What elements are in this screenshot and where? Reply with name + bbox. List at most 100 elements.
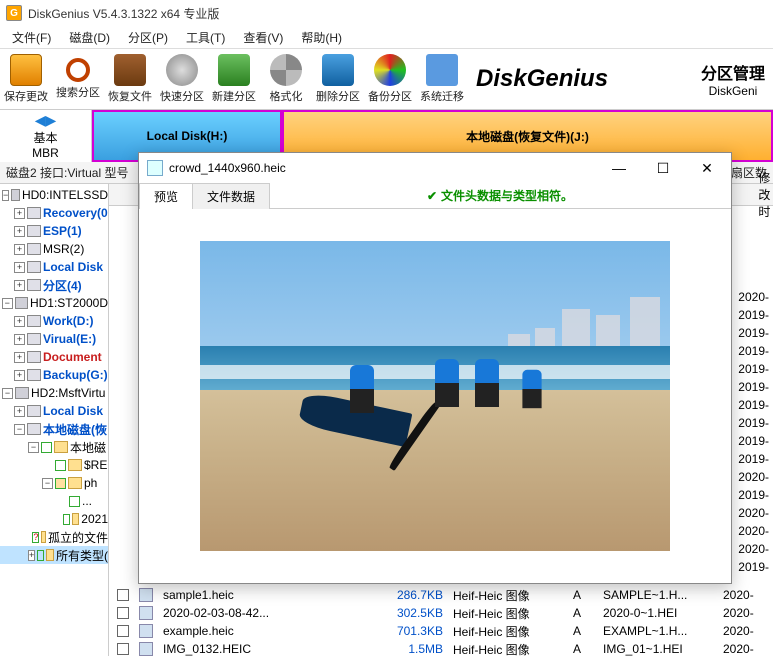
file-shortname: IMG_01~1.HEI [603, 642, 713, 656]
file-row[interactable]: sample1.heic286.7KBHeif-Heic 图像ASAMPLE~1… [109, 586, 773, 604]
checkbox-icon[interactable] [117, 589, 129, 601]
date-cell: 2019- [731, 398, 773, 416]
expand-icon[interactable]: + [14, 262, 25, 273]
menu-disk[interactable]: 磁盘(D) [61, 27, 118, 48]
checkmark-icon: ✔ [427, 189, 437, 203]
expand-icon[interactable]: + [14, 316, 25, 327]
file-type: Heif-Heic 图像 [453, 623, 563, 640]
tree-item[interactable]: ... [0, 492, 108, 510]
menu-file[interactable]: 文件(F) [4, 27, 59, 48]
checkbox-icon[interactable] [69, 496, 80, 507]
tree-hd1[interactable]: −HD1:ST2000D [0, 294, 108, 312]
disk-basic-info[interactable]: ◀▶ 基本 MBR [0, 110, 92, 162]
checkbox-icon[interactable] [63, 514, 69, 525]
date-cell: 2019- [731, 308, 773, 326]
checkbox-icon[interactable] [55, 460, 66, 471]
file-attr: A [573, 624, 593, 638]
expand-icon[interactable]: + [14, 226, 25, 237]
volume-icon [27, 423, 41, 435]
expand-icon[interactable]: + [14, 406, 25, 417]
tree-hd2[interactable]: −HD2:MsftVirtu [0, 384, 108, 402]
file-attr: A [573, 606, 593, 620]
tree-item[interactable]: +Document [0, 348, 108, 366]
date-cell: 2020- [731, 290, 773, 308]
folder-icon [54, 441, 68, 453]
menu-tools[interactable]: 工具(T) [178, 27, 233, 48]
tree-item[interactable]: $RE [0, 456, 108, 474]
expand-icon[interactable]: + [14, 244, 25, 255]
menu-help[interactable]: 帮助(H) [293, 27, 350, 48]
file-icon [147, 160, 163, 176]
tree-item[interactable]: +Backup(G:) [0, 366, 108, 384]
tool-search[interactable]: 搜索分区 [52, 50, 104, 108]
collapse-icon[interactable]: − [2, 388, 13, 399]
expand-icon[interactable]: + [14, 370, 25, 381]
tree-item[interactable]: +Local Disk [0, 402, 108, 420]
tree-item[interactable]: +Virual(E:) [0, 330, 108, 348]
collapse-icon[interactable]: − [42, 478, 53, 489]
preview-image-area [139, 209, 731, 583]
checkbox-icon[interactable] [117, 607, 129, 619]
tool-save[interactable]: 保存更改 [0, 50, 52, 108]
file-row[interactable]: IMG_0132.HEIC1.5MBHeif-Heic 图像AIMG_01~1.… [109, 640, 773, 656]
close-button[interactable]: ✕ [685, 154, 729, 182]
tool-format[interactable]: 格式化 [260, 50, 312, 108]
tree-item[interactable]: 2021 [0, 510, 108, 528]
tab-preview[interactable]: 预览 [139, 183, 193, 209]
tree-item[interactable]: −本地磁 [0, 438, 108, 456]
date-cell: 2019- [731, 560, 773, 578]
expand-icon[interactable]: + [14, 334, 25, 345]
brand-right: 分区管理 DiskGeni [701, 60, 765, 98]
tool-new[interactable]: 新建分区 [208, 50, 260, 108]
tool-backup[interactable]: 备份分区 [364, 50, 416, 108]
disk-tree[interactable]: −HD0:INTELSSD +Recovery(0+ESP(1)+MSR(2)+… [0, 184, 109, 656]
file-date: 2020- [723, 588, 773, 602]
tool-quick[interactable]: 快速分区 [156, 50, 208, 108]
maximize-button[interactable]: ☐ [641, 154, 685, 182]
collapse-icon[interactable]: − [2, 190, 9, 201]
tree-item[interactable]: −本地磁盘(恢 [0, 420, 108, 438]
checkbox-icon[interactable]: ? [32, 532, 39, 543]
collapse-icon[interactable]: − [14, 424, 25, 435]
preview-window[interactable]: crowd_1440x960.heic — ☐ ✕ 预览 文件数据 ✔ 文件头数… [138, 152, 732, 584]
tool-migrate[interactable]: 系统迁移 [416, 50, 468, 108]
tree-hd0[interactable]: −HD0:INTELSSD [0, 186, 108, 204]
nav-arrows-icon[interactable]: ◀▶ [35, 112, 57, 129]
date-cell: 2019- [731, 380, 773, 398]
collapse-icon[interactable]: − [2, 298, 13, 309]
disc-icon [166, 54, 198, 86]
tree-item[interactable]: +Work(D:) [0, 312, 108, 330]
tool-delete[interactable]: 删除分区 [312, 50, 364, 108]
checkbox-icon[interactable] [37, 550, 44, 561]
expand-icon[interactable]: + [28, 550, 35, 561]
checkbox-icon[interactable] [117, 625, 129, 637]
date-cell: 2019- [731, 362, 773, 380]
tree-item[interactable]: −ph [0, 474, 108, 492]
checkbox-icon[interactable] [41, 442, 52, 453]
tool-recover[interactable]: 恢复文件 [104, 50, 156, 108]
file-row[interactable]: 2020-02-03-08-42...302.5KBHeif-Heic 图像A2… [109, 604, 773, 622]
file-row[interactable]: example.heic701.3KBHeif-Heic 图像AEXAMPL~1… [109, 622, 773, 640]
volume-icon [27, 261, 41, 273]
minimize-button[interactable]: — [597, 154, 641, 182]
menu-partition[interactable]: 分区(P) [120, 27, 176, 48]
tree-item-selected[interactable]: +所有类型( [0, 546, 108, 564]
tree-item[interactable]: +ESP(1) [0, 222, 108, 240]
collapse-icon[interactable]: − [28, 442, 39, 453]
tree-item[interactable]: +Recovery(0 [0, 204, 108, 222]
tree-item[interactable]: +MSR(2) [0, 240, 108, 258]
tab-filedata[interactable]: 文件数据 [192, 183, 270, 209]
checkbox-icon[interactable] [55, 478, 66, 489]
tree-item[interactable]: +分区(4) [0, 276, 108, 294]
tree-item[interactable]: +Local Disk [0, 258, 108, 276]
disk-icon [15, 387, 29, 399]
checkbox-icon[interactable] [117, 643, 129, 655]
file-type: Heif-Heic 图像 [453, 641, 563, 656]
expand-icon[interactable]: + [14, 208, 25, 219]
date-cell: 2019- [731, 452, 773, 470]
expand-icon[interactable]: + [14, 352, 25, 363]
tree-item[interactable]: ?孤立的文件 [0, 528, 108, 546]
preview-titlebar[interactable]: crowd_1440x960.heic — ☐ ✕ [139, 153, 731, 183]
menu-view[interactable]: 查看(V) [235, 27, 291, 48]
expand-icon[interactable]: + [14, 280, 25, 291]
